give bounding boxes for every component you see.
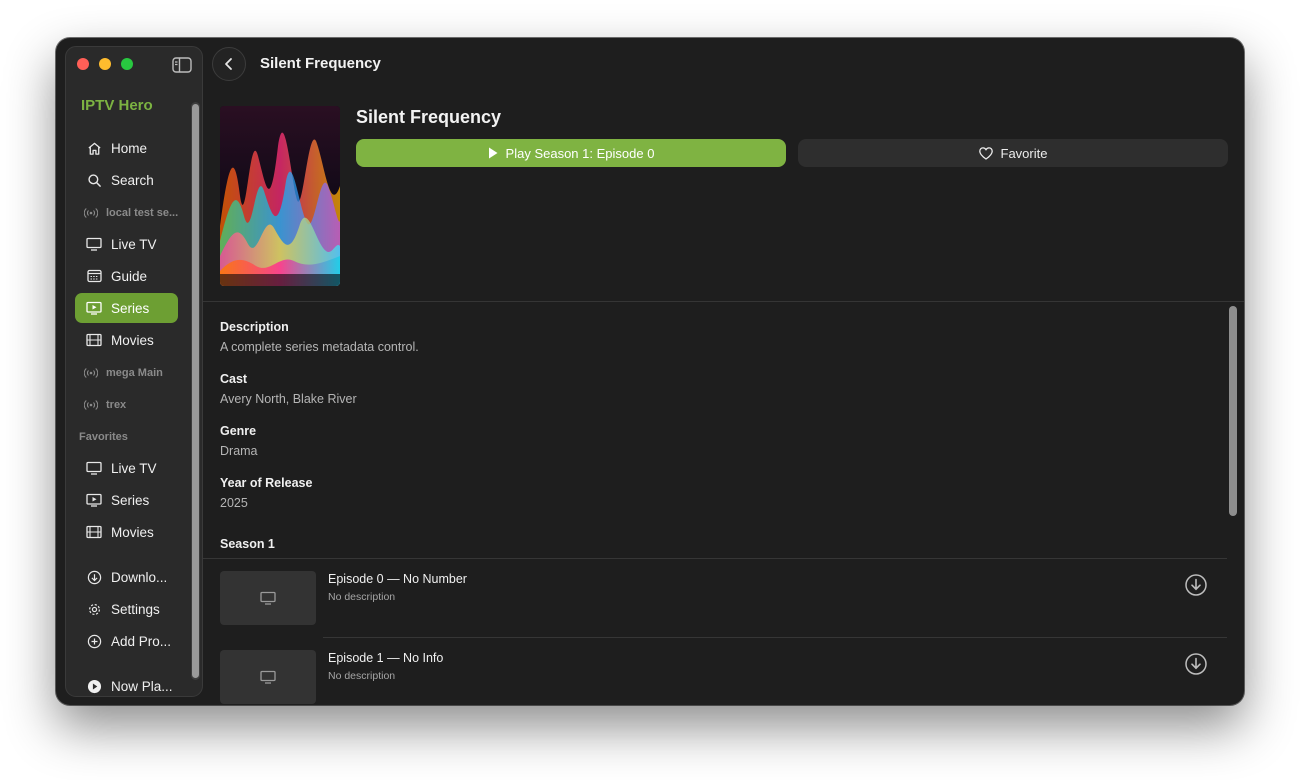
provider-header-local-test[interactable]: local test se... — [84, 207, 178, 219]
sidebar-scrollbar[interactable] — [191, 102, 200, 680]
gear-icon — [86, 601, 102, 617]
film-icon — [86, 332, 102, 348]
sidebar-item-add-provider[interactable]: Add Pro... — [75, 626, 178, 656]
antenna-icon — [84, 367, 98, 379]
download-circle-icon — [86, 569, 102, 585]
back-button[interactable] — [212, 47, 246, 81]
sidebar-item-label: Now Pla... — [111, 678, 173, 694]
sidebar-item-downloads[interactable]: Downlo... — [75, 562, 178, 592]
sidebar-item-label: Series — [111, 300, 150, 316]
download-icon[interactable] — [1184, 573, 1208, 597]
episode-thumbnail — [220, 571, 316, 625]
magnifier-icon — [86, 172, 102, 188]
description-value: A complete series metadata control. — [220, 340, 419, 354]
content-scrollbar-thumb[interactable] — [1229, 306, 1237, 516]
sidebar-item-series[interactable]: Series — [75, 293, 178, 323]
genre-label: Genre — [220, 424, 257, 438]
play-button-label: Play Season 1: Episode 0 — [505, 145, 655, 161]
sidebar-item-label: Live TV — [111, 460, 157, 476]
play-rectangle-icon — [86, 492, 102, 508]
play-rectangle-icon — [86, 300, 102, 316]
window-controls — [77, 58, 133, 70]
provider-name: trex — [106, 399, 127, 411]
season-heading: Season 1 — [220, 537, 275, 551]
series-poster — [220, 106, 340, 286]
tv-icon — [86, 460, 102, 476]
favorite-button-label: Favorite — [1000, 145, 1048, 161]
sidebar-item-search[interactable]: Search — [75, 165, 178, 195]
sidebar-item-label: Downlo... — [111, 569, 168, 585]
close-window-button[interactable] — [77, 58, 89, 70]
genre-value: Drama — [220, 444, 258, 458]
year-label: Year of Release — [220, 476, 313, 490]
window-title: Silent Frequency — [260, 55, 381, 72]
app-window: IPTV Hero Home Search local test se... L… — [56, 38, 1244, 705]
episode-divider — [323, 637, 1227, 638]
poster-artwork — [220, 106, 340, 286]
sidebar-item-label: Series — [111, 492, 150, 508]
favorite-button[interactable]: Favorite — [798, 139, 1228, 167]
favorites-heading: Favorites — [79, 431, 128, 443]
episode-title: Episode 0 — No Number — [328, 572, 467, 586]
play-icon — [488, 147, 498, 159]
cast-value: Avery North, Blake River — [220, 392, 357, 406]
plus-circle-icon — [86, 633, 102, 649]
episode-divider — [203, 558, 1227, 559]
play-episode-button[interactable]: Play Season 1: Episode 0 — [356, 139, 786, 167]
episode-description: No description — [328, 670, 396, 682]
app-brand: IPTV Hero — [81, 97, 153, 114]
tv-icon — [260, 591, 276, 605]
episode-description: No description — [328, 591, 396, 603]
tv-icon — [260, 670, 276, 684]
sidebar-item-movies[interactable]: Movies — [75, 325, 178, 355]
episode-thumbnail — [220, 650, 316, 704]
sidebar-item-settings[interactable]: Settings — [75, 594, 178, 624]
house-icon — [86, 140, 102, 156]
cast-label: Cast — [220, 372, 248, 386]
sidebar-item-label: Add Pro... — [111, 633, 172, 649]
sidebar-item-label: Movies — [111, 332, 154, 348]
sidebar-item-guide[interactable]: Guide — [75, 261, 178, 291]
favorites-item-series[interactable]: Series — [75, 485, 178, 515]
provider-header-trex[interactable]: trex — [84, 399, 126, 411]
sidebar-toggle-icon[interactable] — [172, 57, 192, 73]
sidebar-item-label: Movies — [111, 524, 154, 540]
provider-name: mega Main — [106, 367, 163, 379]
sidebar-item-label: Live TV — [111, 236, 157, 252]
download-icon[interactable] — [1184, 652, 1208, 676]
sidebar-scrollbar-thumb[interactable] — [192, 104, 199, 678]
episode-row[interactable]: Episode 0 — No Number No description — [203, 558, 1227, 637]
description-label: Description — [220, 320, 289, 334]
play-circle-filled-icon — [86, 678, 102, 694]
sidebar-item-home[interactable]: Home — [75, 133, 178, 163]
sidebar-item-label: Settings — [111, 601, 160, 617]
sidebar-item-label: Search — [111, 172, 154, 188]
film-icon — [86, 524, 102, 540]
favorites-item-live-tv[interactable]: Live TV — [75, 453, 178, 483]
calendar-grid-icon — [86, 268, 102, 284]
year-value: 2025 — [220, 496, 248, 510]
zoom-window-button[interactable] — [121, 58, 133, 70]
minimize-window-button[interactable] — [99, 58, 111, 70]
series-title: Silent Frequency — [356, 107, 502, 127]
series-details: Description A complete series metadata c… — [203, 303, 1244, 705]
toolbar: Silent Frequency — [203, 38, 1244, 90]
favorites-item-movies[interactable]: Movies — [75, 517, 178, 547]
sidebar-item-now-playing[interactable]: Now Pla... — [75, 671, 178, 696]
provider-header-mega-main[interactable]: mega Main — [84, 367, 163, 379]
sidebar-item-label: Home — [111, 140, 148, 156]
series-header: Silent Frequency Play Season 1: Episode … — [203, 90, 1244, 302]
sidebar-item-label: Guide — [111, 268, 148, 284]
antenna-icon — [84, 399, 98, 411]
episode-row[interactable]: Episode 1 — No Info No description — [203, 637, 1227, 705]
provider-name: local test se... — [106, 207, 179, 219]
sidebar: IPTV Hero Home Search local test se... L… — [65, 46, 203, 697]
antenna-icon — [84, 207, 98, 219]
heart-icon — [978, 146, 993, 160]
sidebar-item-live-tv[interactable]: Live TV — [75, 229, 178, 259]
tv-icon — [86, 236, 102, 252]
episode-title: Episode 1 — No Info — [328, 651, 444, 665]
chevron-left-icon — [225, 58, 232, 70]
content-scrollbar[interactable] — [1228, 306, 1237, 686]
